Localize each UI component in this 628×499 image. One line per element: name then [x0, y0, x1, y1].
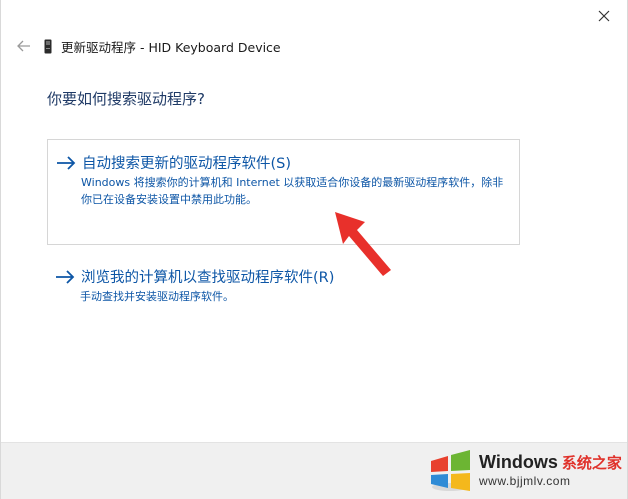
watermark-url: www.bjjmlv.com — [479, 474, 571, 488]
right-arrow-icon — [55, 269, 75, 285]
auto-search-option[interactable]: 自动搜索更新的驱动程序软件(S) Windows 将搜索你的计算机和 Inter… — [47, 139, 520, 245]
option-header: 浏览我的计算机以查找驱动程序软件(R) — [55, 266, 334, 287]
browse-computer-title: 浏览我的计算机以查找驱动程序软件(R) — [81, 270, 335, 286]
update-driver-window: 更新驱动程序 - HID Keyboard Device 你要如何搜索驱动程序?… — [0, 0, 628, 499]
page-heading: 你要如何搜索驱动程序? — [47, 90, 205, 108]
dialog-footer: Windows 系统之家 www.bjjmlv.com — [1, 442, 627, 499]
watermark-brand-cn: 系统之家 — [561, 454, 622, 472]
close-icon — [598, 10, 610, 22]
keyboard-device-icon — [43, 38, 53, 54]
back-button[interactable] — [15, 37, 33, 55]
browse-computer-option[interactable]: 浏览我的计算机以查找驱动程序软件(R) 手动查找并安装驱动程序软件。 — [47, 258, 520, 318]
close-button[interactable] — [589, 4, 619, 28]
browse-computer-description: 手动查找并安装驱动程序软件。 — [80, 290, 234, 303]
title-bar: 更新驱动程序 - HID Keyboard Device — [15, 36, 281, 56]
option-header: 自动搜索更新的驱动程序软件(S) — [56, 152, 291, 173]
window-title: 更新驱动程序 - HID Keyboard Device — [61, 39, 281, 55]
auto-search-title: 自动搜索更新的驱动程序软件(S) — [82, 156, 292, 172]
red-pointer-arrow — [335, 212, 391, 276]
auto-search-description: Windows 将搜索你的计算机和 Internet 以获取适合你设备的最新驱动… — [81, 176, 504, 206]
watermark-brand: Windows — [479, 452, 558, 472]
right-arrow-icon — [56, 155, 76, 171]
windows-logo-icon — [431, 450, 470, 491]
back-arrow-icon — [17, 40, 30, 52]
watermark: Windows 系统之家 www.bjjmlv.com — [427, 445, 623, 495]
watermark-text: Windows 系统之家 www.bjjmlv.com — [479, 452, 622, 488]
